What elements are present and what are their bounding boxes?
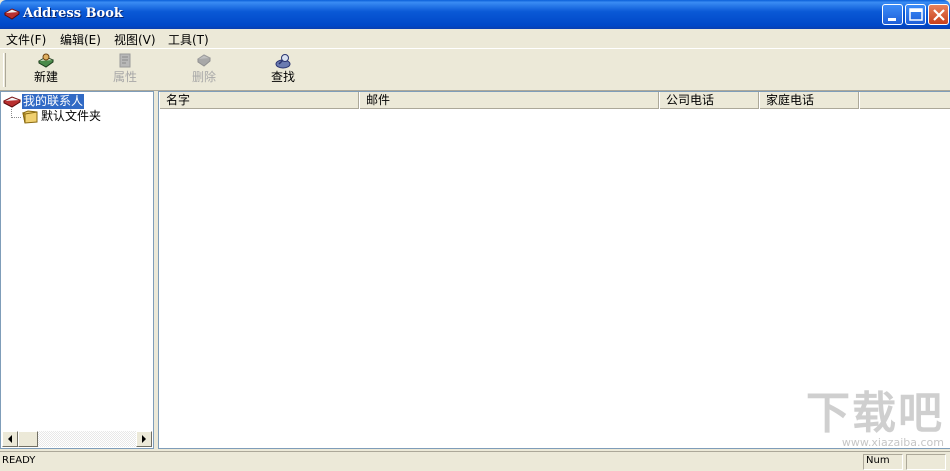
arrow-right-icon — [142, 435, 146, 443]
minimize-icon — [888, 18, 896, 21]
folder-tree[interactable]: 我的联系人 默认文件夹 — [0, 91, 154, 449]
watermark: 下载吧 www.xiazaiba.com — [806, 388, 944, 450]
status-text: READY — [2, 455, 36, 466]
column-header-filler — [859, 92, 950, 109]
maximize-button[interactable] — [905, 4, 926, 25]
find-label: 查找 — [270, 70, 295, 84]
toolbar: 新建 属性 删除 查找 — [0, 48, 950, 91]
tree-node-my-contacts[interactable]: 我的联系人 — [3, 94, 153, 110]
properties-label: 属性 — [112, 70, 137, 84]
delete-label: 删除 — [191, 70, 216, 84]
close-button[interactable] — [928, 4, 949, 25]
status-bar: READY Num — [0, 451, 950, 471]
menu-tools[interactable]: 工具(T) — [168, 31, 209, 48]
tree-node-default-folder[interactable]: 默认文件夹 — [21, 109, 151, 125]
menu-view[interactable]: 视图(V) — [114, 31, 156, 48]
minimize-button[interactable] — [882, 4, 903, 25]
column-header-email[interactable]: 邮件 — [359, 92, 659, 109]
window-title: Address Book — [23, 6, 123, 21]
address-book-icon — [4, 8, 20, 20]
address-book-icon — [3, 96, 21, 108]
properties-icon — [119, 53, 131, 68]
scroll-thumb[interactable] — [18, 431, 38, 447]
properties-button[interactable]: 属性 — [95, 51, 155, 89]
folder-icon — [22, 110, 38, 124]
menu-bar: 文件(F) 编辑(E) 视图(V) 工具(T) — [0, 29, 950, 48]
new-contact-button[interactable]: 新建 — [16, 51, 76, 89]
menu-file[interactable]: 文件(F) — [6, 31, 46, 48]
watermark-logo: 下载吧 — [806, 388, 944, 439]
num-lock-indicator: Num — [866, 455, 890, 466]
tree-horizontal-scrollbar[interactable] — [2, 431, 152, 447]
tree-label-my-contacts: 我的联系人 — [22, 94, 85, 109]
title-bar[interactable]: Address Book — [0, 0, 950, 29]
maximize-icon — [909, 8, 923, 21]
column-header-business-phone[interactable]: 公司电话 — [659, 92, 759, 109]
menu-edit[interactable]: 编辑(E) — [60, 31, 101, 48]
scroll-left-button[interactable] — [2, 431, 18, 447]
new-contact-icon — [37, 53, 55, 68]
column-header-home-phone[interactable]: 家庭电话 — [759, 92, 859, 109]
close-icon — [933, 9, 945, 21]
delete-button[interactable]: 删除 — [174, 51, 234, 89]
delete-icon — [197, 54, 211, 67]
status-panel-extra — [906, 454, 946, 470]
tree-connector — [11, 109, 21, 118]
tree-label-default-folder: 默认文件夹 — [41, 109, 102, 123]
new-contact-label: 新建 — [33, 70, 58, 84]
find-icon — [275, 54, 291, 69]
find-button[interactable]: 查找 — [253, 51, 313, 89]
toolbar-grip[interactable] — [3, 53, 6, 87]
arrow-left-icon — [8, 435, 12, 443]
scroll-right-button[interactable] — [136, 431, 152, 447]
column-header-name[interactable]: 名字 — [159, 92, 359, 109]
list-header: 名字 邮件 公司电话 家庭电话 — [159, 92, 950, 109]
